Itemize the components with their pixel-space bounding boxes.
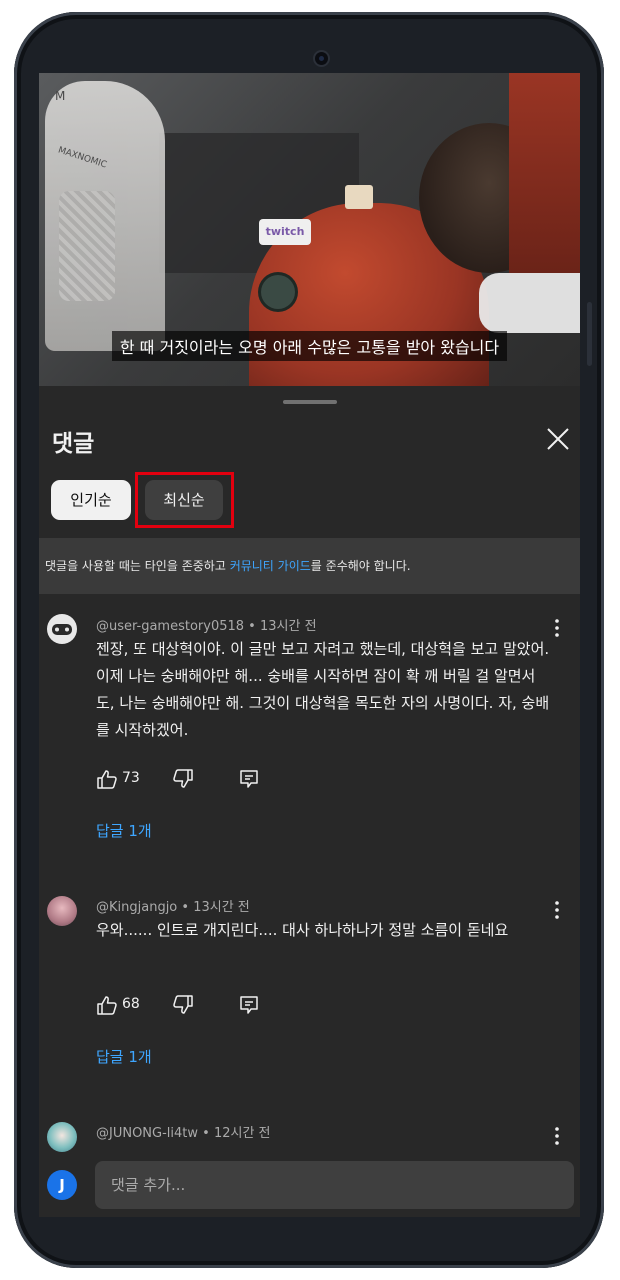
drag-handle[interactable] xyxy=(283,400,337,404)
comment-composer: J xyxy=(39,1155,580,1217)
comments-sheet: 댓글 인기순 최신순 댓글을 사용할 때는 타인을 존중하고 커뮤니티 가이드를… xyxy=(39,386,580,1217)
comment-item: @Kingjangjo • 13시간 전 우와...... 인트로 개지린다..… xyxy=(39,876,580,1076)
comment-list: @user-gamestory0518 • 13시간 전 젠장, 또 대상혁이야… xyxy=(39,594,580,1155)
notice-text-after: 를 준수해야 합니다. xyxy=(310,559,411,573)
comment-item: @JUNONG-li4tw • 12시간 전 xyxy=(39,1102,580,1155)
comment-text: 우와...... 인트로 개지린다.... 대사 하나하나가 정말 소름이 돋네… xyxy=(96,921,509,939)
replies-link[interactable]: 답글 1개 xyxy=(96,1046,152,1067)
thumbs-down-icon[interactable] xyxy=(172,994,194,1016)
like-count: 68 xyxy=(122,996,140,1012)
comment-actions: 73 xyxy=(96,768,316,792)
reply-icon[interactable] xyxy=(238,994,260,1016)
gamepad-icon xyxy=(52,624,72,635)
more-options-icon[interactable] xyxy=(549,1124,565,1148)
avatar[interactable] xyxy=(47,896,77,926)
close-icon[interactable] xyxy=(545,426,571,452)
video-subtitle: 한 때 거짓이라는 오명 아래 수많은 고통을 받아 왔습니다 xyxy=(39,331,580,361)
more-options-icon[interactable] xyxy=(549,616,565,640)
video-player[interactable]: M MAXNOMIC twitch 한 때 거짓이라는 오명 아래 수많은 고통… xyxy=(39,73,580,386)
avatar[interactable] xyxy=(47,614,77,644)
community-guidelines-link[interactable]: 커뮤니티 가이드 xyxy=(230,559,311,573)
chair-pattern xyxy=(59,191,115,301)
jacket-patch: twitch xyxy=(259,219,311,245)
player-arm xyxy=(509,73,580,273)
comment-item: @user-gamestory0518 • 13시간 전 젠장, 또 대상혁이야… xyxy=(39,594,580,864)
player-sleeve xyxy=(479,273,580,333)
comment-author[interactable]: @Kingjangjo • 13시간 전 xyxy=(96,896,250,915)
side-button xyxy=(587,302,592,366)
jacket-emblem xyxy=(261,275,295,309)
sheet-title: 댓글 xyxy=(52,431,95,457)
comment-author[interactable]: @user-gamestory0518 • 13시간 전 xyxy=(96,615,317,634)
replies-link[interactable]: 답글 1개 xyxy=(96,820,152,841)
front-camera xyxy=(315,52,328,65)
highlight-box xyxy=(135,472,234,528)
reply-icon[interactable] xyxy=(238,768,260,790)
notice-text-before: 댓글을 사용할 때는 타인을 존중하고 xyxy=(45,559,230,573)
screen: M MAXNOMIC twitch 한 때 거짓이라는 오명 아래 수많은 고통… xyxy=(39,73,580,1217)
community-notice: 댓글을 사용할 때는 타인을 존중하고 커뮤니티 가이드를 준수해야 합니다. xyxy=(39,538,580,594)
thumbs-down-icon[interactable] xyxy=(172,768,194,790)
jacket-badge xyxy=(345,185,373,209)
gaming-chair xyxy=(45,81,165,351)
add-comment-input[interactable] xyxy=(95,1161,574,1209)
sort-chip-popular[interactable]: 인기순 xyxy=(51,480,131,520)
like-count: 73 xyxy=(122,770,140,786)
thumbs-up-icon[interactable] xyxy=(96,994,118,1016)
comment-author[interactable]: @JUNONG-li4tw • 12시간 전 xyxy=(96,1122,271,1141)
thumbs-up-icon[interactable] xyxy=(96,768,118,790)
comment-text: 젠장, 또 대상혁이야. 이 글만 보고 자려고 했는데, 대상혁을 보고 말았… xyxy=(96,640,550,739)
chair-logo: M xyxy=(55,89,67,103)
more-options-icon[interactable] xyxy=(549,898,565,922)
subtitle-text: 한 때 거짓이라는 오명 아래 수많은 고통을 받아 왔습니다 xyxy=(111,331,508,361)
comment-actions: 68 xyxy=(96,994,316,1018)
user-avatar[interactable]: J xyxy=(47,1170,77,1200)
avatar[interactable] xyxy=(47,1122,77,1152)
